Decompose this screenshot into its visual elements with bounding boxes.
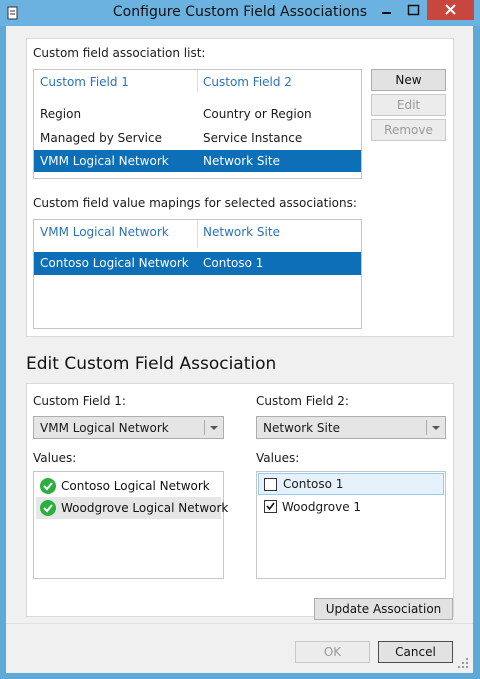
association-list[interactable]: Custom Field 1 Custom Field 2 Region Cou… [33,69,362,179]
association-row-3-field2: Network Site [203,154,280,168]
mapping-list[interactable]: VMM Logical Network Network Site Contoso… [33,219,362,329]
field2-combo[interactable]: Network Site [256,416,446,439]
mapping-header-field1[interactable]: VMM Logical Network [40,225,169,239]
field1-combo[interactable]: VMM Logical Network [33,416,224,439]
remove-button[interactable]: Remove [371,119,446,141]
field1-value-label: Woodgrove Logical Network [61,501,229,515]
maximize-button[interactable] [400,0,427,20]
close-button[interactable] [427,0,474,20]
unchecked-box-icon[interactable] [264,478,277,491]
field2-value-label: Woodgrove 1 [282,500,362,514]
field1-value-item[interactable]: Woodgrove Logical Network [36,497,228,519]
association-row-3-field1: VMM Logical Network [40,154,169,168]
associations-group: Custom field association list: Custom Fi… [26,38,454,337]
field2-value-item[interactable]: Woodgrove 1 [258,496,444,518]
footer-bar: OK Cancel [6,623,473,673]
checked-box-icon[interactable] [264,500,277,513]
field2-value-label: Contoso 1 [283,477,344,491]
cancel-button[interactable]: Cancel [378,641,453,663]
combo-separator [204,420,205,435]
association-row-1-field2[interactable]: Country or Region [203,107,312,121]
new-button[interactable]: New [371,69,446,91]
field2-values-list[interactable]: Contoso 1 Woodgrove 1 [256,471,446,579]
field2-values-label: Values: [256,451,300,465]
chevron-down-icon [432,426,440,430]
mapping-row-1-field2: Contoso 1 [203,256,264,270]
combo-separator [426,420,427,435]
dialog-window: Configure Custom Field Associations Cust… [0,0,480,679]
association-list-label: Custom field association list: [33,46,206,60]
field1-value-item[interactable]: Contoso Logical Network [36,475,221,497]
field1-value-label: Contoso Logical Network [61,479,210,493]
update-association-button[interactable]: Update Association [314,598,453,620]
field2-value-item[interactable]: Contoso 1 [258,473,444,495]
dialog-client: Custom field association list: Custom Fi… [6,26,473,673]
mapping-header-field2[interactable]: Network Site [203,225,280,239]
mapping-list-label: Custom field value mapings for selected … [33,196,357,210]
field1-label: Custom Field 1: [33,394,126,408]
association-header-field2[interactable]: Custom Field 2 [203,75,292,89]
minimize-icon [382,12,391,14]
association-row-selected[interactable]: VMM Logical Network Network Site [34,150,361,172]
maximize-icon [407,4,420,16]
association-row-2-field1[interactable]: Managed by Service [40,131,162,145]
association-row-2-field2[interactable]: Service Instance [203,131,302,145]
field2-label: Custom Field 2: [256,394,349,408]
edit-group: Custom Field 1: VMM Logical Network Valu… [26,383,454,617]
edit-section-title: Edit Custom Field Association [26,354,277,374]
field2-combo-value: Network Site [263,421,340,435]
field1-combo-value: VMM Logical Network [40,421,169,435]
edit-button[interactable]: Edit [371,94,446,116]
resize-grip-icon[interactable] [457,657,469,669]
association-header-field1[interactable]: Custom Field 1 [40,75,129,89]
header-divider[interactable] [197,70,198,92]
title-bar[interactable]: Configure Custom Field Associations [0,0,480,26]
chevron-down-icon [210,426,218,430]
field1-values-label: Values: [33,451,77,465]
green-check-icon [40,500,56,516]
ok-button[interactable]: OK [295,641,370,663]
header-divider[interactable] [197,220,198,248]
association-row-1-field1[interactable]: Region [40,107,81,121]
field1-values-list[interactable]: Contoso Logical Network Woodgrove Logica… [33,471,228,579]
minimize-button[interactable] [373,0,400,20]
close-icon [445,4,456,15]
green-check-icon [40,478,56,494]
mapping-row-selected[interactable]: Contoso Logical Network Contoso 1 [34,252,361,275]
mapping-row-1-field1: Contoso Logical Network [40,256,189,270]
